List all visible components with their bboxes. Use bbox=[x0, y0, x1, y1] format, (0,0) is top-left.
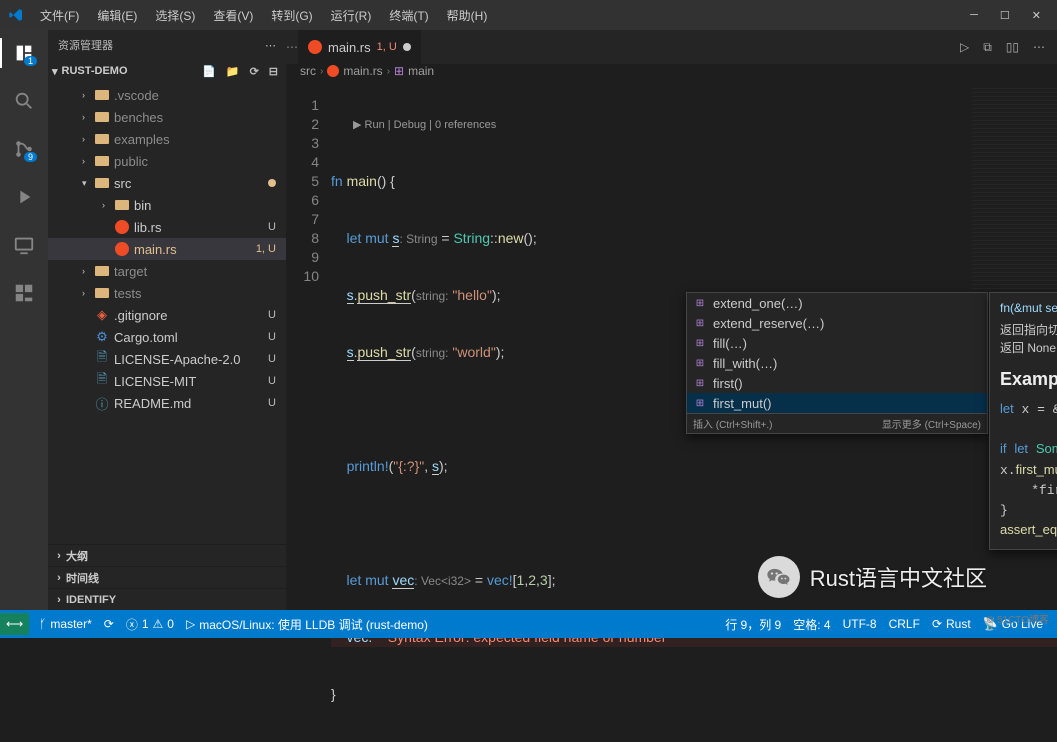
sidebar: 资源管理器 ⋯ ▾RUST-DEMO 📄 📁 ⟳ ⊟ ›.vscode›benc… bbox=[48, 30, 286, 610]
watermark: Rust语言中文社区 bbox=[758, 556, 987, 598]
menu-item[interactable]: 帮助(H) bbox=[439, 3, 496, 28]
sync-button[interactable]: ⟳ bbox=[98, 617, 120, 631]
indent-indicator[interactable]: 空格: 4 bbox=[787, 616, 836, 633]
intellisense-item[interactable]: ⊞extend_reserve(…) bbox=[687, 313, 987, 333]
intellisense-item[interactable]: ⊞extend_one(…) bbox=[687, 293, 987, 313]
remote-icon[interactable] bbox=[9, 230, 39, 260]
tree-item[interactable]: 🗎LICENSE-Apache-2.0U bbox=[48, 348, 286, 370]
breadcrumb[interactable]: src› main.rs› ⊞ main bbox=[286, 64, 1057, 78]
new-folder-icon[interactable]: 📁 bbox=[226, 65, 240, 78]
tab-more-icon[interactable]: ⋯ bbox=[1033, 40, 1045, 55]
titlebar: 文件(F)编辑(E)选择(S)查看(V)转到(G)运行(R)终端(T)帮助(H)… bbox=[0, 0, 1057, 30]
menu-item[interactable]: 运行(R) bbox=[323, 3, 380, 28]
intellisense-popup: ⊞extend_one(…)⊞extend_reserve(…)⊞fill(…)… bbox=[686, 292, 988, 434]
codelens[interactable]: ▶ Run | Debug | 0 references bbox=[331, 116, 1057, 134]
sidebar-title: 资源管理器 bbox=[58, 37, 113, 53]
intellisense-item[interactable]: ⊞first() bbox=[687, 373, 987, 393]
explorer-icon[interactable]: 1 bbox=[9, 38, 39, 68]
vscode-icon bbox=[8, 7, 24, 23]
menu-item[interactable]: 文件(F) bbox=[32, 3, 87, 28]
outline-section[interactable]: 大纲 bbox=[66, 548, 88, 564]
tree-item[interactable]: ◈.gitignoreU bbox=[48, 304, 286, 326]
extensions-icon[interactable] bbox=[9, 278, 39, 308]
tree-item[interactable]: ▾src bbox=[48, 172, 286, 194]
new-file-icon[interactable]: 📄 bbox=[202, 65, 216, 78]
scm-icon[interactable]: 9 bbox=[9, 134, 39, 164]
intellisense-item[interactable]: ⊞fill_with(…) bbox=[687, 353, 987, 373]
search-icon[interactable] bbox=[9, 86, 39, 116]
tree-item[interactable]: ›examples bbox=[48, 128, 286, 150]
tree-item[interactable]: ⓘREADME.mdU bbox=[48, 392, 286, 414]
intellisense-item[interactable]: ⊞first_mut() bbox=[687, 393, 987, 413]
modified-dot-icon bbox=[403, 43, 411, 51]
intellisense-item[interactable]: ⊞fill(…) bbox=[687, 333, 987, 353]
branch-indicator[interactable]: ᚶ master* bbox=[33, 617, 98, 631]
tree-item[interactable]: ›public bbox=[48, 150, 286, 172]
timeline-section[interactable]: 时间线 bbox=[66, 570, 99, 586]
wechat-icon bbox=[758, 556, 800, 598]
collapse-icon[interactable]: ⊟ bbox=[269, 65, 278, 78]
doc-popup: fn(&mut self) -> Option<&mut T>× 返回指向切片第… bbox=[989, 292, 1057, 550]
tabs: ⋯ main.rs 1, U ▷ ⧉ ▯▯ ⋯ bbox=[286, 30, 1057, 64]
rust-icon bbox=[327, 65, 339, 77]
file-tree: ›.vscode›benches›examples›public▾src›bin… bbox=[48, 82, 286, 544]
minimize-icon[interactable]: ─ bbox=[970, 9, 978, 21]
remote-button[interactable]: ⟷ bbox=[0, 613, 29, 635]
cursor-pos[interactable]: 行 9，列 9 bbox=[719, 616, 787, 633]
compare-icon[interactable]: ⧉ bbox=[983, 40, 992, 55]
tree-item[interactable]: ›benches bbox=[48, 106, 286, 128]
corner-watermark: © 51CTO博客 bbox=[987, 611, 1049, 626]
debug-icon[interactable] bbox=[9, 182, 39, 212]
tab-main-rs[interactable]: main.rs 1, U bbox=[298, 30, 421, 64]
menu-item[interactable]: 编辑(E) bbox=[89, 3, 145, 28]
run-icon[interactable]: ▷ bbox=[960, 40, 969, 55]
tree-item[interactable]: ›tests bbox=[48, 282, 286, 304]
activity-bar: 1 9 bbox=[0, 30, 48, 610]
menubar: 文件(F)编辑(E)选择(S)查看(V)转到(G)运行(R)终端(T)帮助(H) bbox=[32, 3, 495, 28]
menu-item[interactable]: 终端(T) bbox=[381, 3, 436, 28]
identify-section[interactable]: IDENTIFY bbox=[66, 594, 116, 606]
window-controls: ─ ☐ ✕ bbox=[970, 9, 1049, 22]
tree-item[interactable]: ›target bbox=[48, 260, 286, 282]
menu-item[interactable]: 查看(V) bbox=[205, 3, 261, 28]
project-name[interactable]: RUST-DEMO bbox=[62, 65, 128, 77]
eol-indicator[interactable]: CRLF bbox=[883, 616, 926, 633]
maximize-icon[interactable]: ☐ bbox=[1000, 9, 1010, 22]
gutter: 12345 678910 bbox=[286, 78, 331, 742]
close-icon[interactable]: ✕ bbox=[1032, 9, 1041, 22]
statusbar: ⟷ ᚶ master* ⟳ ⓧ 1 ⚠ 0 ▷ macOS/Linux: 使用 … bbox=[0, 610, 1057, 638]
debug-target[interactable]: ▷ macOS/Linux: 使用 LLDB 调试 (rust-demo) bbox=[180, 616, 434, 633]
sidebar-more-icon[interactable]: ⋯ bbox=[265, 39, 276, 52]
tree-item[interactable]: ⚙Cargo.tomlU bbox=[48, 326, 286, 348]
encoding-indicator[interactable]: UTF-8 bbox=[837, 616, 883, 633]
problems-indicator[interactable]: ⓧ 1 ⚠ 0 bbox=[120, 616, 180, 633]
tree-item[interactable]: lib.rsU bbox=[48, 216, 286, 238]
tree-item[interactable]: main.rs1, U bbox=[48, 238, 286, 260]
lang-indicator[interactable]: ⟳ Rust bbox=[926, 616, 977, 633]
tree-item[interactable]: ›bin bbox=[48, 194, 286, 216]
menu-item[interactable]: 转到(G) bbox=[263, 3, 320, 28]
menu-item[interactable]: 选择(S) bbox=[147, 3, 203, 28]
rust-icon bbox=[308, 40, 322, 54]
tree-item[interactable]: 🗎LICENSE-MITU bbox=[48, 370, 286, 392]
split-icon[interactable]: ▯▯ bbox=[1006, 40, 1019, 55]
tree-item[interactable]: ›.vscode bbox=[48, 84, 286, 106]
refresh-icon[interactable]: ⟳ bbox=[250, 65, 259, 78]
editor-area: ⋯ main.rs 1, U ▷ ⧉ ▯▯ ⋯ src› main.rs› ⊞ … bbox=[286, 30, 1057, 610]
